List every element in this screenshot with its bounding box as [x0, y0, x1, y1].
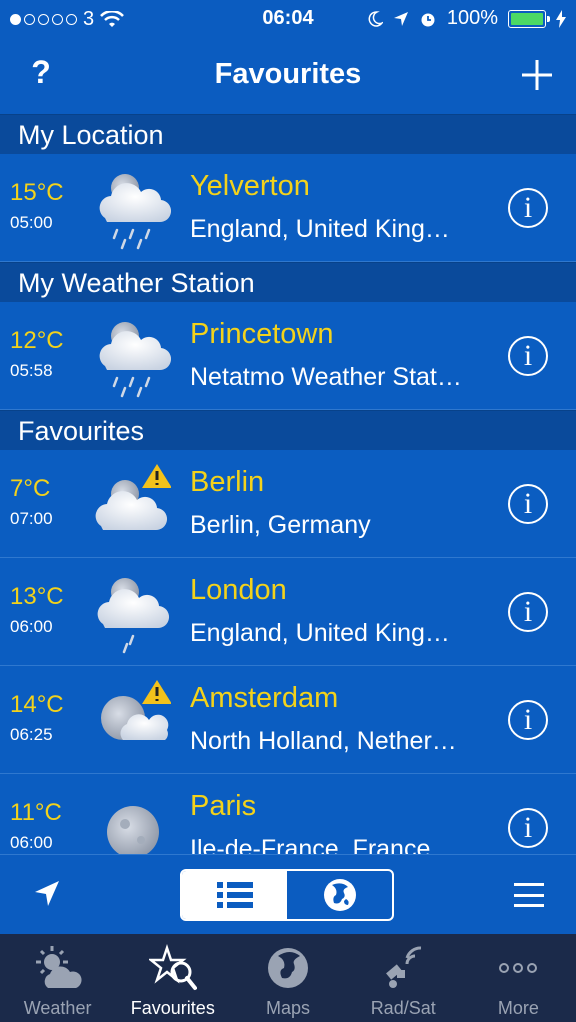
region-name: Berlin, Germany	[190, 511, 371, 539]
bottom-toolbar	[0, 854, 576, 934]
tab-label: Rad/Sat	[370, 998, 436, 1018]
section-header-my-location: My Location	[0, 114, 576, 154]
list-icon	[216, 882, 253, 908]
temperature: 11°C	[10, 799, 62, 826]
location-row-princetown[interactable]: 12°C 05:58 Princetown Netatmo Weather St…	[0, 302, 576, 410]
globe-view-segment[interactable]	[287, 871, 392, 919]
partly-cloudy-night-rain-icon	[99, 322, 171, 398]
info-button[interactable]: i	[508, 700, 548, 740]
city-name: Berlin	[190, 466, 265, 498]
observation-time: 06:00	[10, 833, 53, 852]
moon-icon	[368, 10, 383, 27]
city-name: London	[190, 574, 287, 606]
section-header-my-weather-station: My Weather Station	[0, 262, 576, 302]
temperature: 14°C	[10, 691, 64, 718]
page-title: Favourites	[214, 58, 362, 90]
tab-label: Maps	[266, 998, 311, 1018]
tab-maps[interactable]: Maps	[230, 934, 345, 1022]
tab-more[interactable]: More	[461, 934, 576, 1022]
location-row-london[interactable]: 13°C 06:00 London England, United King… …	[0, 558, 576, 666]
info-button[interactable]: i	[508, 188, 548, 228]
city-name: Paris	[190, 790, 257, 822]
info-button[interactable]: i	[508, 808, 548, 848]
alarm-icon	[421, 13, 435, 26]
view-mode-segmented-control[interactable]	[180, 869, 394, 921]
location-row-amsterdam[interactable]: 14°C 06:25 Amsterdam North Holland, Neth…	[0, 666, 576, 774]
list-view-segment[interactable]	[182, 871, 287, 919]
navigation-bar: ? Favourites	[0, 40, 576, 114]
tab-weather[interactable]: Weather	[0, 934, 115, 1022]
region-name: North Holland, Nether…	[190, 727, 457, 755]
city-name: Yelverton	[190, 170, 310, 202]
menu-icon[interactable]	[514, 883, 544, 907]
location-row-yelverton[interactable]: 15°C 05:00 Yelverton England, United Kin…	[0, 154, 576, 262]
moon-icon	[107, 806, 159, 854]
globe-icon	[268, 948, 308, 988]
region-name: England, United King…	[190, 215, 450, 243]
city-name: Princetown	[190, 318, 334, 350]
favourites-icon	[148, 944, 197, 990]
cloudy-night-warning-icon	[95, 464, 171, 531]
cloudy-night-drizzle-icon	[97, 578, 170, 654]
info-button[interactable]: i	[508, 336, 548, 376]
section-header-favourites: Favourites	[0, 410, 576, 450]
city-name: Amsterdam	[190, 682, 339, 714]
weather-icon	[35, 946, 82, 988]
location-arrow-icon	[393, 11, 408, 26]
battery-percent: 100%	[446, 7, 498, 29]
region-name: England, United King…	[190, 619, 450, 647]
tab-bar: Weather Favourites Maps Rad/Sat More	[0, 934, 576, 1022]
temperature: 13°C	[10, 583, 64, 610]
status-right: 100%	[367, 7, 566, 30]
temperature: 7°C	[10, 475, 51, 502]
region-name: Ile-de-France, France	[190, 835, 431, 854]
moon-cloud-warning-icon	[101, 680, 171, 740]
satellite-icon	[386, 946, 422, 988]
region-name: Netatmo Weather Stat…	[190, 363, 462, 391]
location-arrow-icon[interactable]	[32, 879, 62, 909]
observation-time: 07:00	[10, 509, 53, 528]
tab-label: More	[497, 998, 539, 1018]
location-row-paris[interactable]: 11°C 06:00 Paris Ile-de-France, France i	[0, 774, 576, 854]
more-icon	[499, 963, 538, 973]
observation-time: 05:58	[10, 361, 53, 380]
observation-time: 06:25	[10, 725, 53, 744]
tab-favourites[interactable]: Favourites	[115, 934, 230, 1022]
info-button[interactable]: i	[508, 592, 548, 632]
globe-icon	[323, 879, 356, 911]
temperature: 15°C	[10, 179, 64, 206]
add-icon[interactable]	[520, 58, 554, 92]
tab-label: Weather	[23, 998, 92, 1018]
location-row-berlin[interactable]: 7°C 07:00 Berlin Berlin, Germany i	[0, 450, 576, 558]
battery-icon	[508, 9, 550, 28]
partly-cloudy-night-rain-icon	[99, 174, 171, 250]
charging-icon	[556, 9, 566, 28]
tab-label: Favourites	[130, 998, 215, 1018]
temperature: 12°C	[10, 327, 64, 354]
observation-time: 05:00	[10, 213, 53, 232]
status-bar: 3 06:04 100%	[0, 0, 576, 40]
info-button[interactable]: i	[508, 484, 548, 524]
observation-time: 06:00	[10, 617, 53, 636]
favourites-list[interactable]: My Location 15°C 05:00 Yelverton England…	[0, 114, 576, 854]
tab-rad-sat[interactable]: Rad/Sat	[346, 934, 461, 1022]
